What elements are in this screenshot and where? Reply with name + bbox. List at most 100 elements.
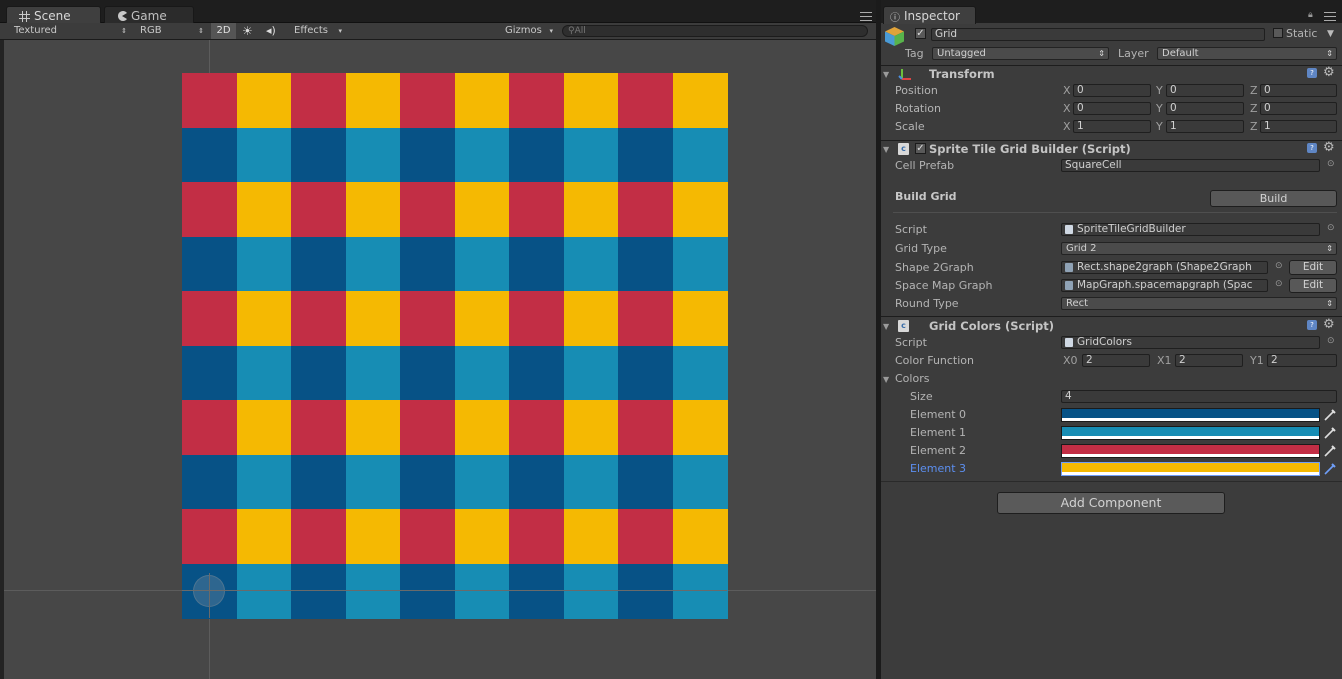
- chevron-updown-icon: ⇕: [1326, 244, 1333, 253]
- builder-enabled-checkbox[interactable]: ✓: [915, 143, 926, 154]
- grid-type-dropdown[interactable]: Grid 2 ⇕: [1061, 242, 1337, 255]
- transform-rotation-z[interactable]: 0: [1260, 102, 1337, 115]
- object-picker-icon[interactable]: ⊙: [1327, 336, 1335, 346]
- grid-cell: [291, 400, 346, 455]
- fold-arrow-icon[interactable]: ▼: [883, 145, 889, 154]
- grid-cell: [236, 291, 292, 346]
- cube-icon: [885, 27, 904, 46]
- panel-menu-icon[interactable]: [1324, 12, 1336, 21]
- grid-cell: [236, 563, 292, 619]
- chevron-down-icon: ▾: [549, 26, 553, 35]
- object-picker-icon[interactable]: ⊙: [1275, 279, 1283, 289]
- gear-icon[interactable]: ⚙: [1323, 65, 1335, 80]
- grid-cell: [182, 236, 237, 292]
- shape-graph-field[interactable]: Rect.shape2graph (Shape2Graph: [1061, 261, 1268, 274]
- sun-icon[interactable]: ☀: [242, 25, 256, 37]
- color-element-2-swatch[interactable]: [1061, 444, 1320, 458]
- add-component-button[interactable]: Add Component: [997, 492, 1225, 514]
- colors-array-label[interactable]: Colors: [895, 372, 929, 385]
- chevron-updown-icon: ⇕: [1326, 49, 1333, 58]
- transform-scale-x[interactable]: 1: [1073, 120, 1151, 133]
- gear-icon[interactable]: ⚙: [1323, 317, 1335, 332]
- object-picker-icon[interactable]: ⊙: [1327, 223, 1335, 233]
- y1-field[interactable]: 2: [1267, 354, 1337, 367]
- build-grid-label: Build Grid: [895, 190, 957, 203]
- object-name-field[interactable]: Grid: [931, 28, 1265, 41]
- fold-arrow-icon[interactable]: ▼: [883, 375, 889, 384]
- space-map-value: MapGraph.spacemapgraph (Spac: [1077, 279, 1253, 291]
- chevron-down-icon[interactable]: ▼: [1327, 29, 1334, 39]
- fold-arrow-icon[interactable]: ▼: [883, 322, 889, 331]
- active-checkbox[interactable]: ✓: [915, 28, 926, 39]
- build-button[interactable]: Build: [1210, 190, 1337, 207]
- x0-field[interactable]: 2: [1082, 354, 1150, 367]
- separator: [893, 212, 1337, 213]
- grid-cell: [672, 291, 728, 346]
- grid-cell: [182, 509, 237, 564]
- fold-arrow-icon[interactable]: ▼: [883, 70, 889, 79]
- help-icon[interactable]: ?: [1307, 68, 1317, 78]
- panel-menu-icon[interactable]: [860, 12, 872, 21]
- transform-rotation-x[interactable]: 0: [1073, 102, 1151, 115]
- object-picker-icon[interactable]: ⊙: [1327, 159, 1335, 169]
- transform-position-z[interactable]: 0: [1260, 84, 1337, 97]
- scene-search-input[interactable]: ⚲All: [562, 25, 868, 37]
- grid-cell: [672, 454, 728, 510]
- color-element-0-swatch[interactable]: [1061, 408, 1320, 422]
- transform-scale-z[interactable]: 1: [1260, 120, 1337, 133]
- round-type-dropdown[interactable]: Rect ⇕: [1061, 297, 1337, 310]
- gear-icon[interactable]: ⚙: [1323, 140, 1335, 155]
- origin-axis-v: [209, 573, 210, 618]
- cell-prefab-field[interactable]: SquareCell: [1061, 159, 1320, 172]
- grid-cell: [400, 509, 455, 564]
- grid-cell: [454, 182, 510, 237]
- grid-cell: [618, 454, 673, 510]
- lock-icon[interactable]: 🔒︎: [1308, 11, 1316, 20]
- layer-dropdown[interactable]: Default ⇕: [1157, 47, 1337, 60]
- x1-field[interactable]: 2: [1175, 354, 1243, 367]
- static-checkbox[interactable]: [1273, 28, 1283, 38]
- grid-cell: [454, 563, 510, 619]
- help-icon[interactable]: ?: [1307, 143, 1317, 153]
- help-icon[interactable]: ?: [1307, 320, 1317, 330]
- object-picker-icon[interactable]: ⊙: [1275, 261, 1283, 271]
- transform-position-y[interactable]: 0: [1166, 84, 1244, 97]
- chevron-down-icon: ▾: [338, 26, 342, 35]
- tab-scene[interactable]: Scene: [6, 6, 101, 24]
- tag-dropdown[interactable]: Untagged ⇕: [932, 47, 1109, 60]
- tag-label: Tag: [905, 47, 924, 60]
- grid-cell: [509, 345, 564, 401]
- effects-dropdown[interactable]: Effects ▾: [294, 23, 344, 38]
- grid-cell: [236, 127, 292, 183]
- eyedropper-icon[interactable]: [1324, 463, 1336, 475]
- size-field[interactable]: 4: [1061, 390, 1337, 403]
- colors-script-field[interactable]: GridColors: [1061, 336, 1320, 349]
- grid-cell: [345, 509, 401, 564]
- speaker-icon[interactable]: ◂): [266, 24, 284, 37]
- transform-rotation-y[interactable]: 0: [1166, 102, 1244, 115]
- color-element-3-swatch[interactable]: [1061, 462, 1320, 476]
- grid-cell: [345, 291, 401, 346]
- grid-cell: [236, 509, 292, 564]
- color-element-1-swatch[interactable]: [1061, 426, 1320, 440]
- space-edit-button[interactable]: Edit: [1289, 278, 1337, 293]
- chevron-updown-icon: ⇕: [198, 26, 204, 35]
- eyedropper-icon[interactable]: [1324, 427, 1336, 439]
- space-map-field[interactable]: MapGraph.spacemapgraph (Spac: [1061, 279, 1268, 292]
- grid-cell: [563, 291, 619, 346]
- shading-mode-dropdown[interactable]: Textured ⇕: [14, 23, 129, 38]
- channel-dropdown[interactable]: RGB ⇕: [140, 23, 206, 38]
- gizmos-label: Gizmos: [505, 25, 542, 36]
- gizmos-dropdown[interactable]: Gizmos ▾: [505, 23, 555, 38]
- y1-label: Y1: [1250, 354, 1264, 367]
- eyedropper-icon[interactable]: [1324, 409, 1336, 421]
- tab-game[interactable]: Game: [104, 6, 194, 24]
- eyedropper-icon[interactable]: [1324, 445, 1336, 457]
- transform-scale-y[interactable]: 1: [1166, 120, 1244, 133]
- mode-2d-toggle[interactable]: 2D: [211, 23, 236, 39]
- builder-script-field[interactable]: SpriteTileGridBuilder: [1061, 223, 1320, 236]
- tab-inspector[interactable]: ⓘ Inspector: [883, 6, 976, 24]
- colors-script-value: GridColors: [1077, 336, 1132, 348]
- transform-position-x[interactable]: 0: [1073, 84, 1151, 97]
- shape-edit-button[interactable]: Edit: [1289, 260, 1337, 275]
